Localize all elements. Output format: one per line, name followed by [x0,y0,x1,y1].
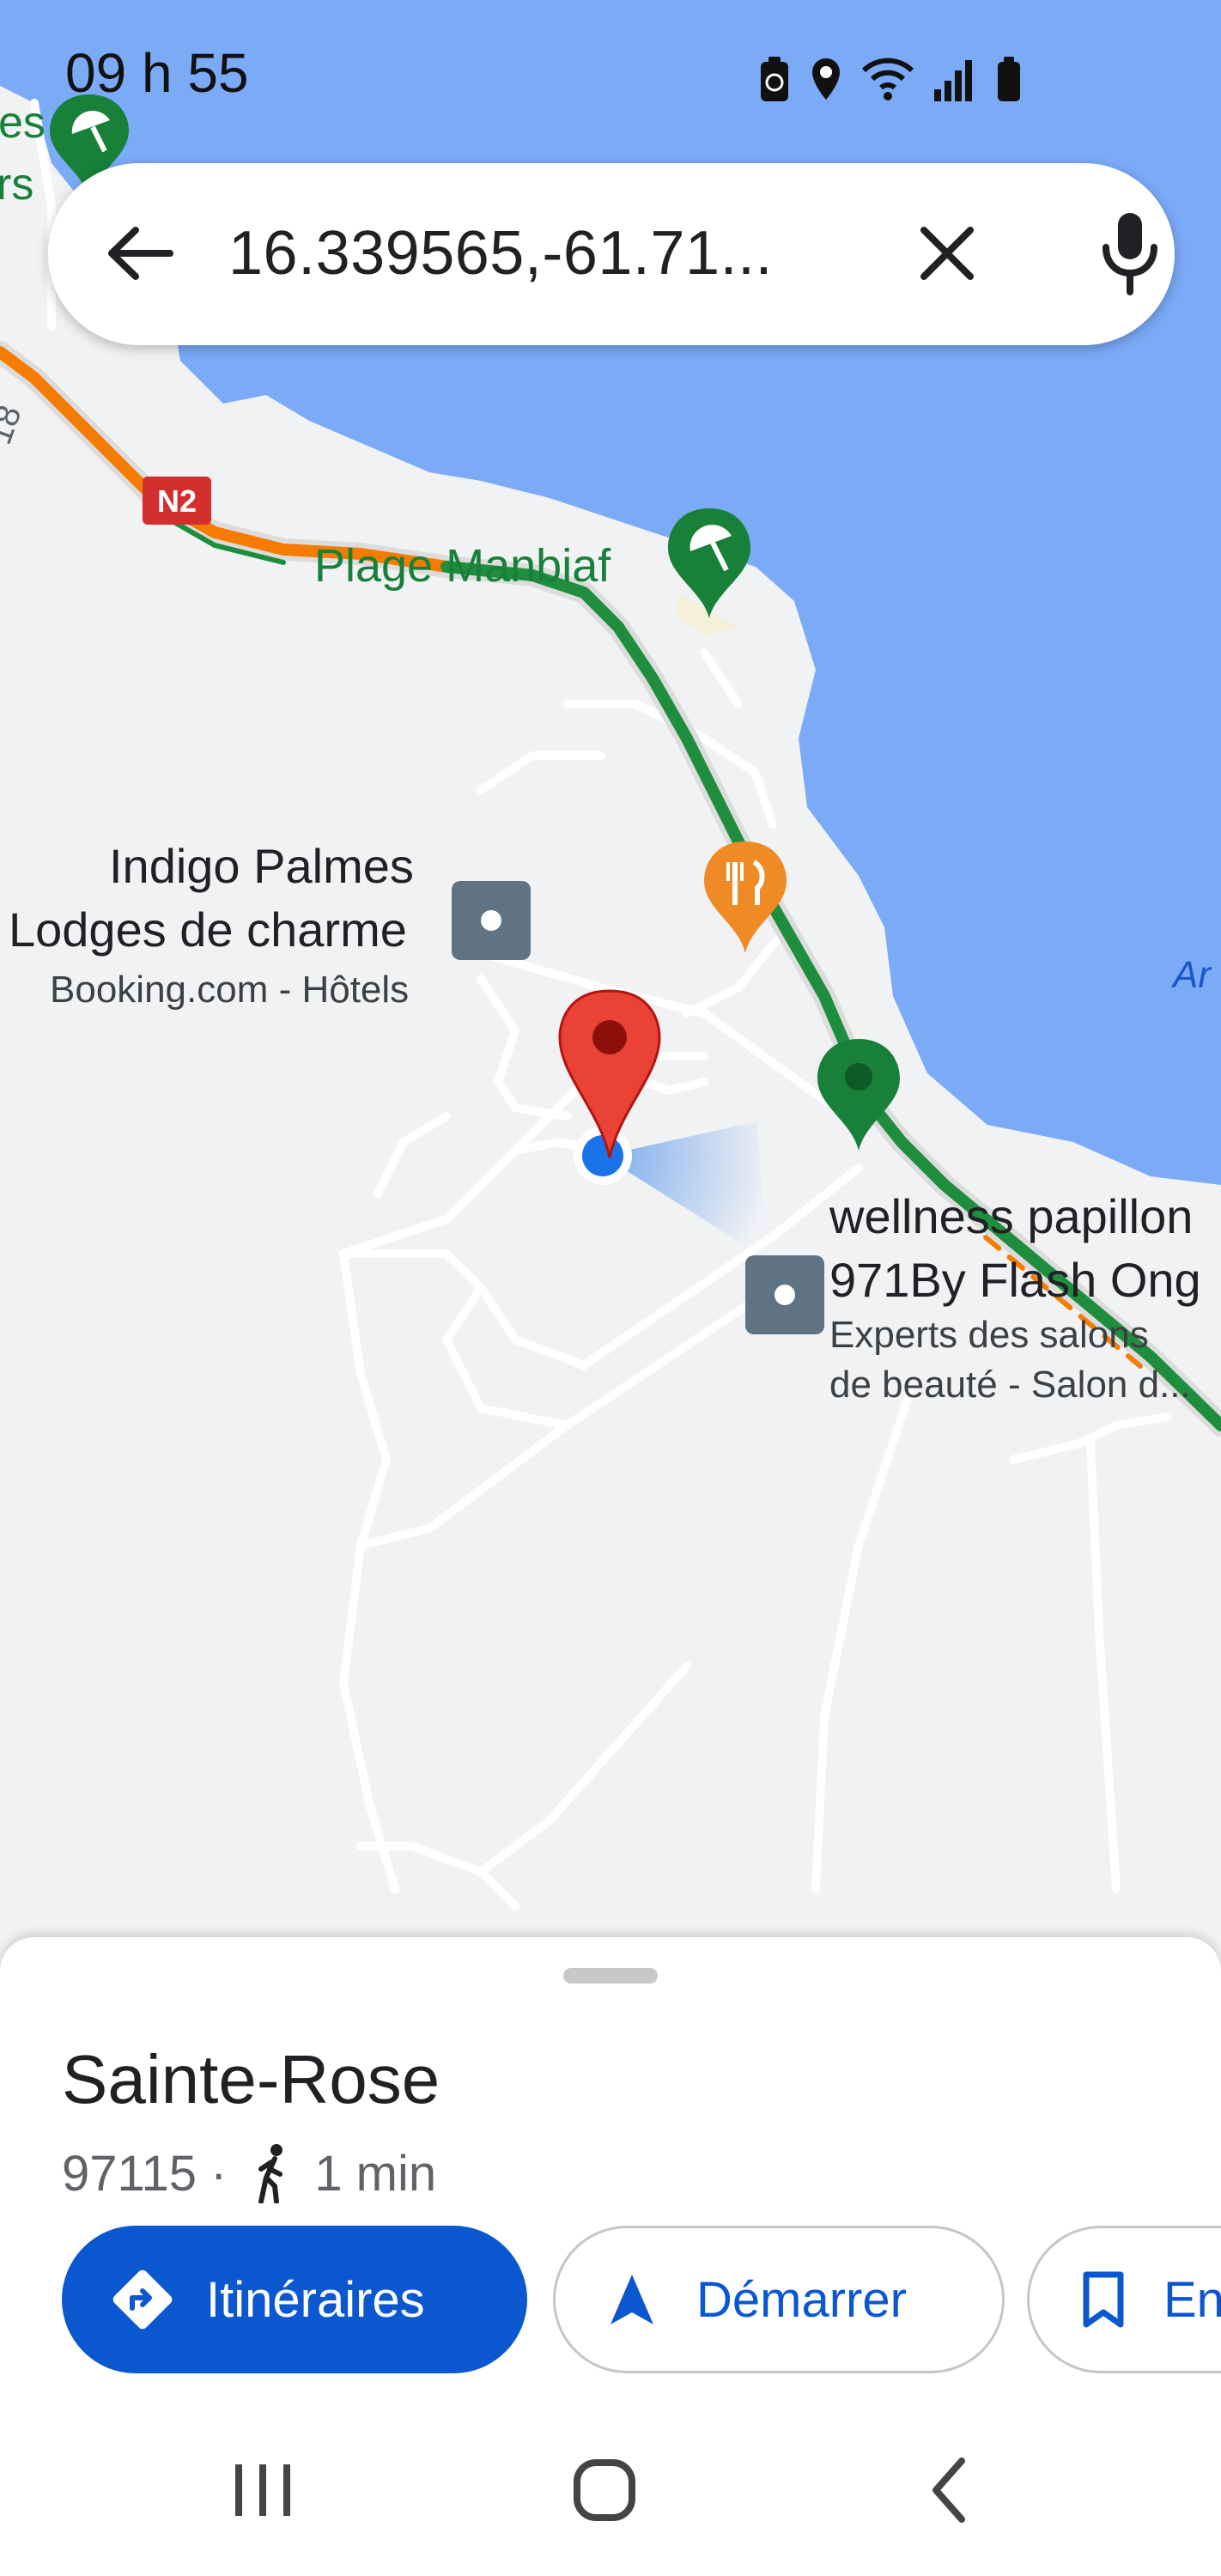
directions-label: Itinéraires [206,2271,425,2328]
status-bar: 09 h 55 [0,0,1221,163]
place-postcode: 97115 [62,2145,197,2202]
home-icon[interactable] [562,2447,647,2533]
place-subtitle-indigo-palmes: Booking.com - Hôtels [50,969,410,1011]
microphone-icon[interactable] [1087,206,1173,301]
location-icon [812,58,840,100]
battery-saver-icon [761,57,788,101]
water-label-fragment: Ar [1170,954,1212,996]
walk-time: 1 min [314,2145,437,2202]
directions-button[interactable]: Itinéraires [62,2226,527,2373]
bookmark-icon [1083,2271,1124,2328]
directions-icon [112,2269,173,2330]
start-label: Démarrer [696,2271,907,2328]
salon-square-icon[interactable] [745,1255,824,1334]
action-buttons-row[interactable]: Itinéraires Démarrer Enregistrer [62,2226,1221,2380]
road-shield-n2: N2 [143,477,211,525]
status-time: 09 h 55 [65,42,249,104]
back-arrow-icon[interactable] [101,215,179,292]
system-navigation-bar [0,2396,1221,2576]
place-label-wellness-line1[interactable]: wellness papillon [829,1188,1193,1244]
place-subtitle-wellness-line2: de beauté - Salon d... [829,1364,1191,1406]
status-icons [757,55,1024,103]
start-navigation-button[interactable]: Démarrer [553,2226,1005,2373]
search-input[interactable]: 16.339565,-61.71... [228,218,773,289]
place-details: 97115 · 1 min [62,2143,436,2203]
place-label-plage-manbiaf[interactable]: Plage Manbiaf [314,539,610,592]
clear-icon[interactable] [908,215,986,292]
place-label-indigo-palmes-line1[interactable]: Indigo Palmes [109,838,414,894]
svg-text:N2: N2 [157,483,197,519]
walking-icon [258,2144,283,2203]
back-icon[interactable] [907,2447,993,2533]
place-label-wellness-line2[interactable]: 971By Flash Ong [829,1252,1201,1308]
place-label-indigo-palmes-line2[interactable]: Lodges de charme [9,902,407,957]
place-subtitle-wellness-line1: Experts des salons [829,1314,1149,1356]
sheet-drag-handle[interactable] [563,1968,658,1984]
hotel-square-icon[interactable] [452,881,531,960]
edge-label-fragment: rs [0,160,33,210]
place-title: Sainte-Rose [62,2041,440,2117]
battery-icon [998,57,1020,101]
signal-icon [934,60,972,101]
save-button[interactable]: Enregistrer [1027,2226,1221,2373]
recent-apps-icon[interactable] [220,2447,306,2533]
save-label: Enregistrer [1163,2271,1221,2328]
separator-dot: · [210,2145,228,2202]
wifi-icon [861,58,914,100]
search-bar[interactable]: 16.339565,-61.71... [48,163,1175,345]
navigation-arrow-icon [610,2275,653,2324]
